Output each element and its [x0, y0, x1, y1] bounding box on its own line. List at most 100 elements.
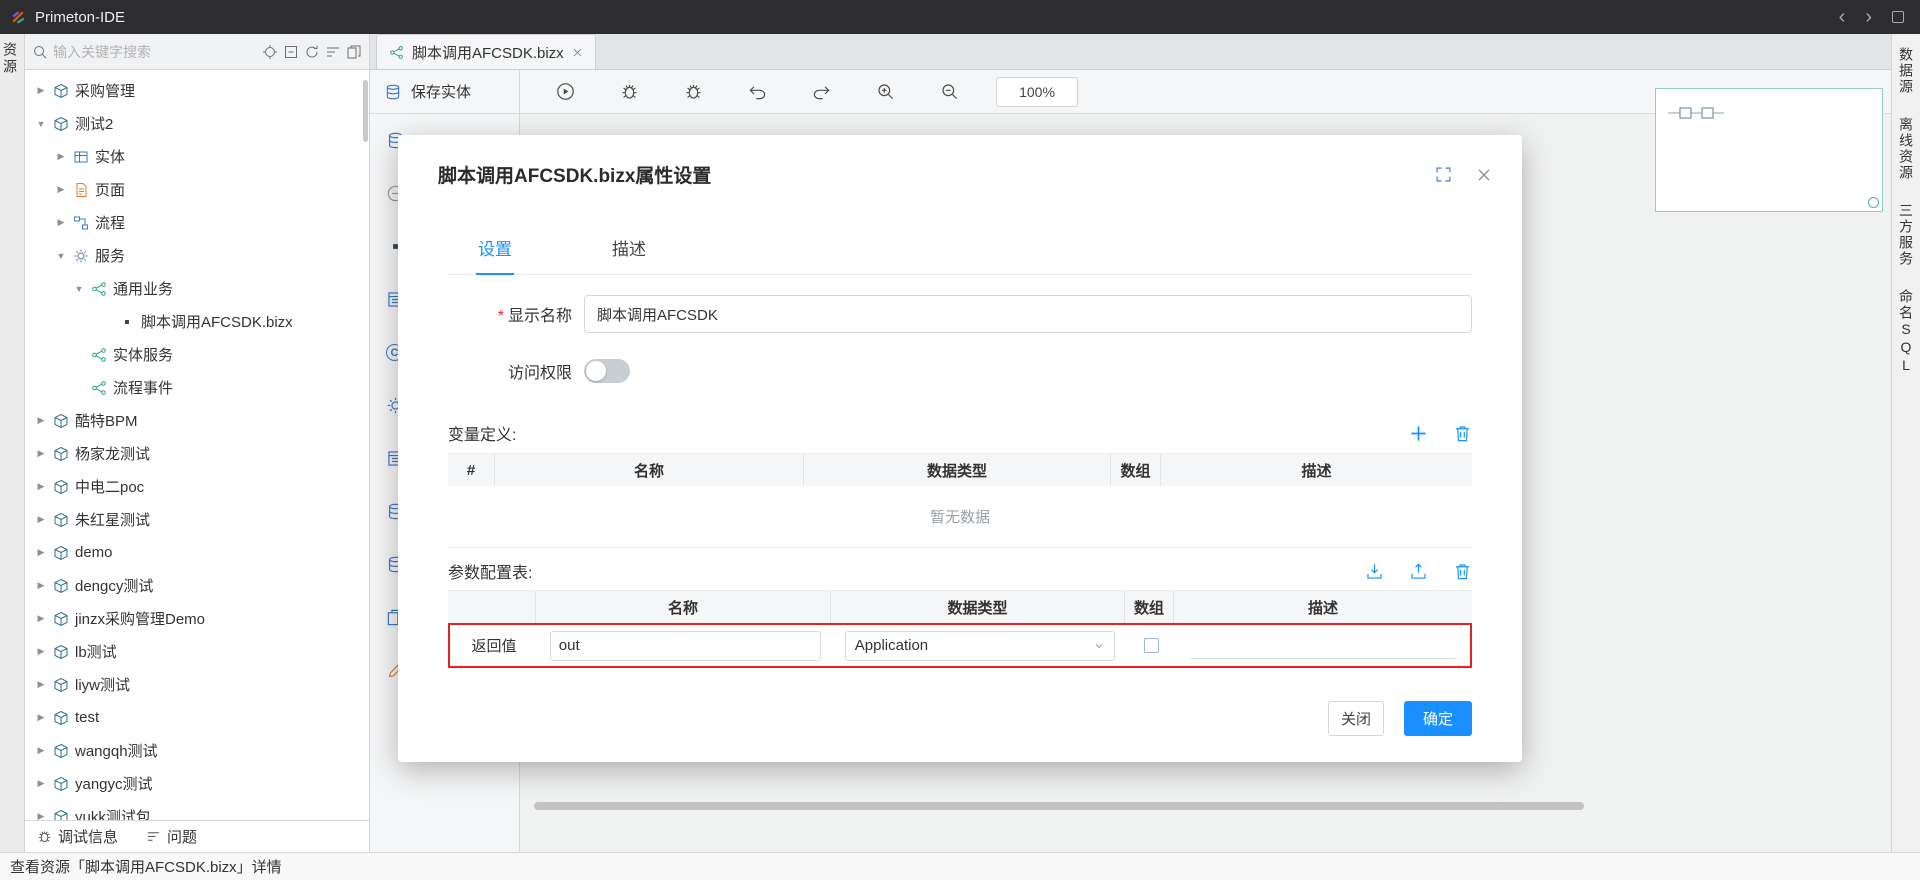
minimap-handle[interactable] [1868, 197, 1879, 208]
redo-button[interactable] [804, 75, 838, 109]
zoom-level-select[interactable]: 100% [996, 77, 1078, 107]
dialog-tabs: 设置 描述 [448, 235, 1472, 275]
tree-scrollbar[interactable] [363, 80, 368, 142]
tab-settings[interactable]: 设置 [476, 235, 514, 275]
collapse-all-icon[interactable] [283, 44, 299, 60]
tree-item-selected-resource[interactable]: 脚本调用AFCSDK.bizx [25, 305, 369, 338]
expand-arrow-icon[interactable] [35, 85, 47, 96]
rail-tab-resources[interactable]: 资源 [0, 42, 24, 76]
rail-tab-third-party-service[interactable]: 三方服务 [1896, 203, 1916, 267]
sort-icon[interactable] [325, 44, 341, 60]
tree-item[interactable]: test [25, 701, 369, 734]
package-icon [53, 545, 69, 561]
tab-debug-info[interactable]: 调试信息 [37, 826, 118, 847]
tree-item[interactable]: 流程 [25, 206, 369, 239]
expand-arrow-icon[interactable] [35, 811, 47, 820]
tree-item[interactable]: 朱红星测试 [25, 503, 369, 536]
expand-arrow-icon[interactable] [35, 712, 47, 723]
copy-resource-icon[interactable] [346, 44, 362, 60]
expand-arrow-icon[interactable] [35, 481, 47, 492]
editor-tab-active[interactable]: 脚本调用AFCSDK.bizx [376, 34, 596, 69]
save-entity-button[interactable]: 保存实体 [370, 70, 519, 114]
expand-arrow-icon[interactable] [73, 284, 85, 294]
expand-arrow-icon[interactable] [35, 613, 47, 624]
refresh-icon[interactable] [304, 44, 320, 60]
param-name-input[interactable] [550, 631, 821, 661]
add-variable-icon[interactable] [1409, 424, 1428, 443]
tree-item[interactable]: dengcy测试 [25, 569, 369, 602]
expand-arrow-icon[interactable] [55, 151, 67, 162]
left-rail: 资源 [0, 34, 25, 852]
test-run-button[interactable] [676, 75, 710, 109]
expand-arrow-icon[interactable] [55, 251, 67, 261]
display-name-input[interactable] [584, 295, 1472, 333]
debug-button[interactable] [612, 75, 646, 109]
zoom-in-button[interactable] [868, 75, 902, 109]
tree-item[interactable]: 流程事件 [25, 371, 369, 404]
expand-arrow-icon[interactable] [35, 547, 47, 558]
tab-description[interactable]: 描述 [610, 235, 648, 275]
tree-item[interactable]: demo [25, 536, 369, 569]
params-section-header: 参数配置表: [448, 559, 1472, 583]
expand-arrow-icon[interactable] [35, 778, 47, 789]
tab-problems[interactable]: 问题 [146, 826, 197, 847]
tab-close-icon[interactable] [572, 47, 583, 58]
undo-icon [748, 82, 767, 101]
app-title: Primeton-IDE [35, 9, 125, 26]
rail-tab-named-sql[interactable]: 命名SQL [1896, 289, 1916, 375]
search-input[interactable] [53, 44, 257, 60]
dialog-header-icons [1435, 166, 1492, 183]
ok-button[interactable]: 确定 [1404, 701, 1472, 736]
expand-arrow-icon[interactable] [35, 119, 47, 129]
tree-item[interactable]: 实体服务 [25, 338, 369, 371]
delete-variable-icon[interactable] [1453, 424, 1472, 443]
tree-item[interactable]: yukk测试包 [25, 800, 369, 820]
nav-back-icon[interactable] [1839, 7, 1846, 27]
close-icon[interactable] [1476, 167, 1492, 183]
expand-arrow-icon[interactable] [35, 415, 47, 426]
fullscreen-icon[interactable] [1435, 166, 1452, 183]
layout-restore-icon[interactable] [1892, 11, 1904, 23]
expand-arrow-icon[interactable] [35, 580, 47, 591]
tree-item[interactable]: wangqh测试 [25, 734, 369, 767]
tree-item[interactable]: 杨家龙测试 [25, 437, 369, 470]
tree-item[interactable]: liyw测试 [25, 668, 369, 701]
tree-item[interactable]: lb测试 [25, 635, 369, 668]
tree-item[interactable]: 酷特BPM [25, 404, 369, 437]
array-checkbox[interactable] [1144, 638, 1159, 653]
access-toggle[interactable] [584, 359, 630, 383]
tree-item[interactable]: 服务 [25, 239, 369, 272]
export-icon[interactable] [1409, 562, 1428, 581]
import-icon[interactable] [1365, 562, 1384, 581]
rail-tab-datasource[interactable]: 数据源 [1896, 47, 1916, 95]
expand-arrow-icon[interactable] [55, 217, 67, 228]
expand-arrow-icon[interactable] [35, 448, 47, 459]
expand-arrow-icon[interactable] [35, 679, 47, 690]
tree-item[interactable]: 采购管理 [25, 74, 369, 107]
expand-arrow-icon[interactable] [35, 646, 47, 657]
package-icon [53, 644, 69, 660]
tree-item[interactable]: 通用业务 [25, 272, 369, 305]
params-actions [1365, 562, 1472, 581]
nav-forward-icon[interactable] [1865, 7, 1872, 27]
run-button[interactable] [548, 75, 582, 109]
locate-icon[interactable] [262, 44, 278, 60]
undo-button[interactable] [740, 75, 774, 109]
tree-item[interactable]: 中电二poc [25, 470, 369, 503]
zoom-out-button[interactable] [932, 75, 966, 109]
expand-arrow-icon[interactable] [55, 184, 67, 195]
rail-tab-offline-resource[interactable]: 离线资源 [1896, 117, 1916, 181]
expand-arrow-icon[interactable] [35, 745, 47, 756]
expand-arrow-icon[interactable] [35, 514, 47, 525]
tree-item[interactable]: 页面 [25, 173, 369, 206]
tree-item[interactable]: 测试2 [25, 107, 369, 140]
param-description-input[interactable] [1191, 633, 1456, 659]
tree-item[interactable]: jinzx采购管理Demo [25, 602, 369, 635]
package-icon [53, 677, 69, 693]
param-datatype-select[interactable]: Application [845, 631, 1115, 661]
tree-item[interactable]: 实体 [25, 140, 369, 173]
canvas-hscrollbar[interactable] [534, 802, 1584, 810]
close-button[interactable]: 关闭 [1328, 701, 1384, 736]
delete-param-icon[interactable] [1453, 562, 1472, 581]
tree-item[interactable]: yangyc测试 [25, 767, 369, 800]
